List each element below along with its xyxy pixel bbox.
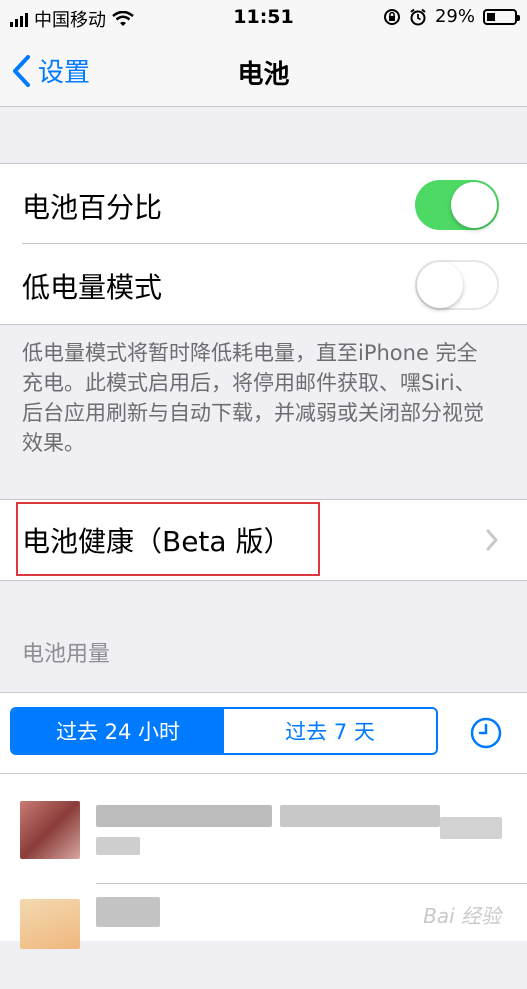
status-bar: 中国移动 11:51 29%: [0, 0, 527, 36]
settings-group: 电池百分比 低电量模式: [0, 163, 527, 325]
app-percent-blurred: [440, 817, 502, 839]
battery-usage-header: 电池用量: [22, 642, 111, 667]
battery-icon: [483, 8, 520, 25]
row-divider: [96, 883, 527, 884]
watermark: Bai 经验: [423, 904, 501, 928]
app-detail-blurred: [96, 837, 140, 855]
status-right: 29%: [383, 6, 520, 27]
row-divider: [0, 773, 527, 774]
chevron-right-icon: [486, 529, 498, 551]
navigation-bar: 设置 电池: [0, 36, 527, 107]
time-range-segmented-control: 过去 24 小时 过去 7 天: [10, 707, 438, 755]
app-icon: [20, 899, 80, 949]
low-power-mode-row: 低电量模式: [0, 244, 527, 324]
toggle-knob: [451, 182, 497, 228]
segment-last-7-days[interactable]: 过去 7 天: [224, 709, 436, 753]
battery-percentage-row: 电池百分比: [0, 164, 527, 244]
clock-icon[interactable]: [470, 717, 502, 749]
battery-percent-label: 29%: [434, 6, 475, 27]
app-name-blurred: [280, 805, 440, 827]
low-power-description: 低电量模式将暂时降低耗电量，直至iPhone 完全充电。此模式启用后，将停用邮件…: [22, 341, 484, 455]
app-usage-row[interactable]: [0, 783, 527, 883]
battery-percentage-label: 电池百分比: [22, 191, 163, 224]
battery-percentage-toggle[interactable]: [415, 180, 499, 230]
low-power-mode-toggle[interactable]: [415, 260, 499, 310]
app-name-blurred: [96, 897, 160, 927]
toggle-knob: [417, 262, 463, 308]
highlight-box: [16, 502, 320, 576]
alarm-icon: [410, 8, 426, 25]
low-power-mode-label: 低电量模式: [22, 271, 163, 304]
battery-fill: [487, 12, 495, 21]
battery-usage-panel: 过去 24 小时 过去 7 天 Bai 经验: [0, 692, 527, 949]
app-icon: [20, 801, 80, 859]
app-name-blurred: [96, 805, 272, 827]
orientation-lock-icon: [383, 8, 400, 25]
segment-last-24-hours[interactable]: 过去 24 小时: [12, 709, 224, 753]
page-title: 电池: [237, 60, 290, 90]
